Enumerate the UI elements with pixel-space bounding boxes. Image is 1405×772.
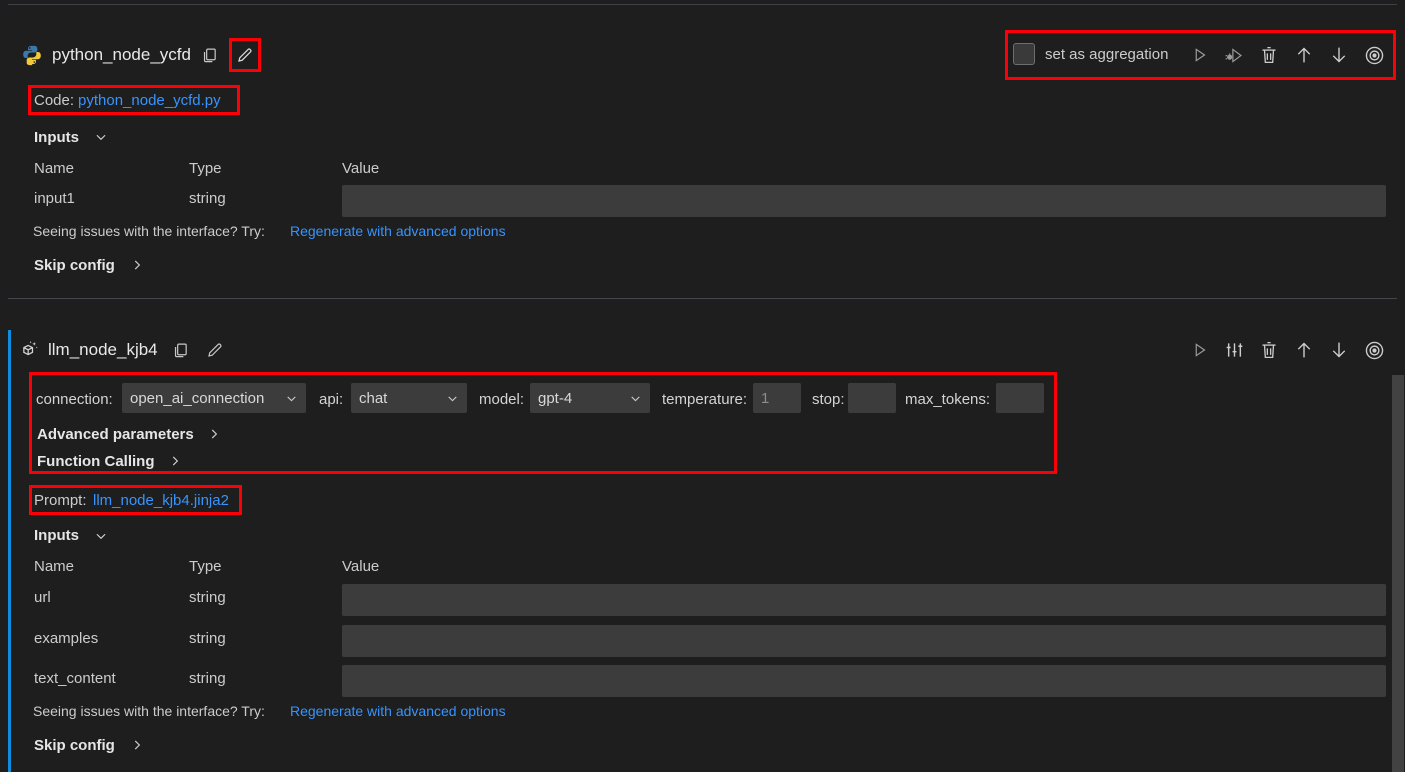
python-node-title: python_node_ycfd (52, 45, 191, 65)
regenerate-link[interactable]: Regenerate with advanced options (290, 703, 506, 719)
set-as-aggregation-label[interactable]: set as aggregation (1045, 46, 1168, 63)
selected-node-accent-bar (8, 330, 11, 772)
chevron-right-icon[interactable] (130, 258, 144, 272)
move-down-icon[interactable] (1328, 43, 1350, 67)
chevron-down-icon[interactable] (94, 130, 108, 144)
input-value-field[interactable] (342, 665, 1386, 697)
sliders-icon[interactable] (1223, 338, 1245, 362)
llm-cube-sparkle-icon (18, 338, 42, 362)
move-up-icon[interactable] (1293, 338, 1315, 362)
column-header-name: Name (34, 160, 74, 177)
api-dropdown[interactable]: chat (351, 383, 467, 413)
python-icon (20, 43, 44, 67)
copy-icon[interactable] (199, 45, 219, 65)
chevron-down-icon (285, 392, 298, 405)
column-header-value: Value (342, 558, 379, 575)
regenerate-hint-text: Seeing issues with the interface? Try: (33, 703, 265, 719)
max-tokens-label: max_tokens: (905, 391, 990, 408)
model-value: gpt-4 (538, 390, 572, 407)
input-type: string (189, 190, 226, 207)
column-header-type: Type (189, 160, 222, 177)
regenerate-hint-text: Seeing issues with the interface? Try: (33, 223, 265, 239)
node-config-panel: python_node_ycfd Code: python_node_ycfd.… (0, 0, 1405, 772)
scrollbar-track[interactable] (1391, 0, 1405, 772)
prompt-label: Prompt: (34, 492, 87, 509)
llm-node-title: llm_node_kjb4 (48, 340, 158, 360)
api-label: api: (319, 391, 343, 408)
input-value-field[interactable] (342, 185, 1386, 217)
code-label: Code: (34, 92, 74, 109)
code-file-link[interactable]: python_node_ycfd.py (78, 92, 221, 109)
input-name: text_content (34, 670, 116, 687)
column-header-name: Name (34, 558, 74, 575)
skip-config-label[interactable]: Skip config (34, 257, 115, 274)
scrollbar-thumb[interactable] (1392, 375, 1404, 772)
top-divider (8, 4, 1397, 5)
run-with-debug-icon[interactable] (1222, 44, 1246, 66)
copy-icon[interactable] (170, 340, 190, 360)
locate-icon[interactable] (1362, 338, 1386, 362)
inputs-section-label: Inputs (34, 129, 79, 146)
input-name: url (34, 589, 51, 606)
chevron-down-icon (629, 392, 642, 405)
input-type: string (189, 589, 226, 606)
input-name: examples (34, 630, 98, 647)
run-icon[interactable] (1189, 339, 1211, 361)
chevron-right-icon[interactable] (168, 454, 182, 468)
temperature-value: 1 (761, 390, 769, 407)
input-type: string (189, 630, 226, 647)
chevron-right-icon[interactable] (207, 427, 221, 441)
input-type: string (189, 670, 226, 687)
run-icon[interactable] (1189, 44, 1211, 66)
model-dropdown[interactable]: gpt-4 (530, 383, 650, 413)
connection-dropdown[interactable]: open_ai_connection (122, 383, 306, 413)
column-header-type: Type (189, 558, 222, 575)
chevron-down-icon[interactable] (94, 529, 108, 543)
model-label: model: (479, 391, 524, 408)
chevron-right-icon[interactable] (130, 738, 144, 752)
edit-icon[interactable] (235, 45, 255, 65)
connection-value: open_ai_connection (130, 390, 264, 407)
delete-icon[interactable] (1258, 338, 1280, 362)
advanced-parameters-label[interactable]: Advanced parameters (37, 426, 194, 443)
locate-icon[interactable] (1362, 43, 1386, 67)
stop-label: stop: (812, 391, 845, 408)
connection-label: connection: (36, 391, 113, 408)
input-name: input1 (34, 190, 75, 207)
move-down-icon[interactable] (1328, 338, 1350, 362)
skip-config-label[interactable]: Skip config (34, 737, 115, 754)
move-up-icon[interactable] (1293, 43, 1315, 67)
input-value-field[interactable] (342, 584, 1386, 616)
input-value-field[interactable] (342, 625, 1386, 657)
prompt-file-link[interactable]: llm_node_kjb4.jinja2 (93, 492, 229, 509)
stop-input[interactable] (848, 383, 896, 413)
inputs-section-label: Inputs (34, 527, 79, 544)
temperature-input[interactable]: 1 (753, 383, 801, 413)
column-header-value: Value (342, 160, 379, 177)
temperature-label: temperature: (662, 391, 747, 408)
max-tokens-input[interactable] (996, 383, 1044, 413)
chevron-down-icon (446, 392, 459, 405)
function-calling-label[interactable]: Function Calling (37, 453, 155, 470)
set-as-aggregation-checkbox[interactable] (1013, 43, 1035, 65)
node-separator (8, 298, 1397, 299)
edit-icon[interactable] (205, 340, 225, 360)
regenerate-link[interactable]: Regenerate with advanced options (290, 223, 506, 239)
delete-icon[interactable] (1258, 43, 1280, 67)
api-value: chat (359, 390, 387, 407)
